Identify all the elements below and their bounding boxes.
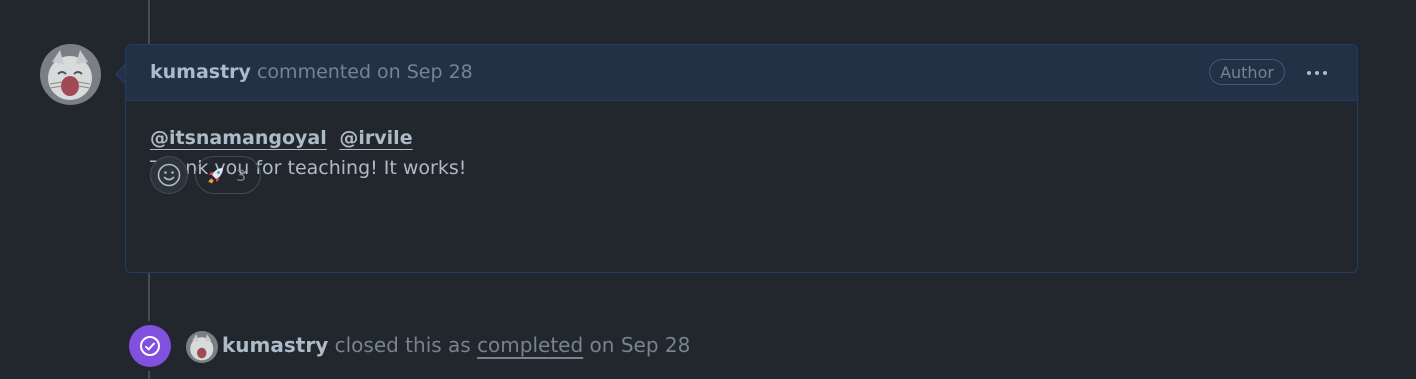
- reaction-count: 3: [236, 165, 247, 185]
- comment-header: kumastry commented on Sep 28 Author: [126, 45, 1357, 101]
- author-badge: Author: [1209, 59, 1285, 85]
- comment-body: @itsnamangoyal @irvile Thank you for tea…: [126, 101, 1357, 179]
- cat-avatar-icon: [40, 44, 101, 105]
- closed-event-text: kumastry closed this as completed on Sep…: [222, 333, 690, 357]
- comment-text: Thank you for teaching! It works!: [150, 157, 467, 179]
- closed-event-icon: [129, 325, 171, 367]
- mentions: @itsnamangoyal @irvile: [150, 127, 1333, 157]
- mention-link[interactable]: @irvile: [339, 127, 412, 149]
- completed-link[interactable]: completed: [477, 333, 583, 357]
- event-date[interactable]: on Sep 28: [590, 333, 691, 357]
- comment-meta[interactable]: commented on Sep 28: [257, 61, 473, 83]
- avatar[interactable]: [40, 44, 101, 105]
- add-reaction-button[interactable]: [150, 156, 188, 194]
- reactions-bar: 3: [150, 156, 262, 194]
- mention-link[interactable]: @itsnamangoyal: [150, 127, 327, 149]
- event-actor-link[interactable]: kumastry: [222, 333, 328, 357]
- rocket-reaction-button[interactable]: 3: [195, 156, 262, 194]
- comment-header-text: kumastry commented on Sep 28: [150, 61, 473, 83]
- comment-author-link[interactable]: kumastry: [150, 61, 251, 83]
- rocket-icon: [208, 168, 223, 184]
- event-actor-avatar[interactable]: [186, 331, 218, 363]
- cat-avatar-icon: [186, 331, 218, 363]
- more-options-icon[interactable]: [1302, 63, 1332, 83]
- event-text-before: closed this as: [334, 333, 471, 357]
- comment-box: kumastry commented on Sep 28 Author @its…: [125, 44, 1358, 273]
- check-circle-icon: [140, 336, 160, 356]
- smiley-icon: [157, 163, 181, 187]
